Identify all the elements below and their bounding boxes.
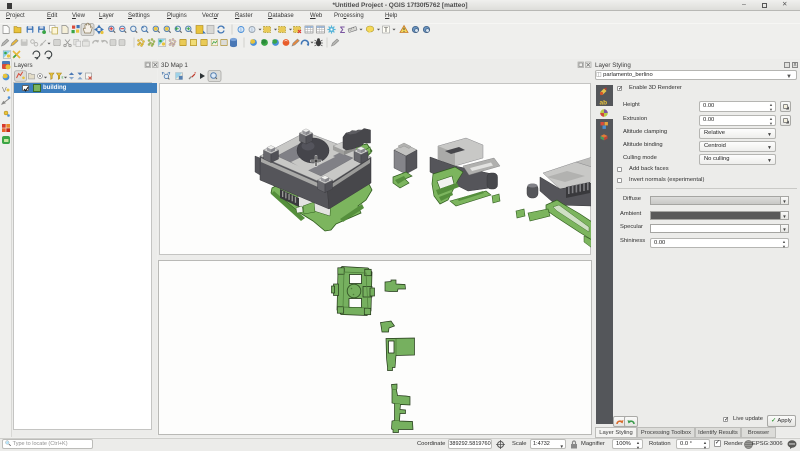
svg-text:ab: ab — [600, 100, 608, 107]
